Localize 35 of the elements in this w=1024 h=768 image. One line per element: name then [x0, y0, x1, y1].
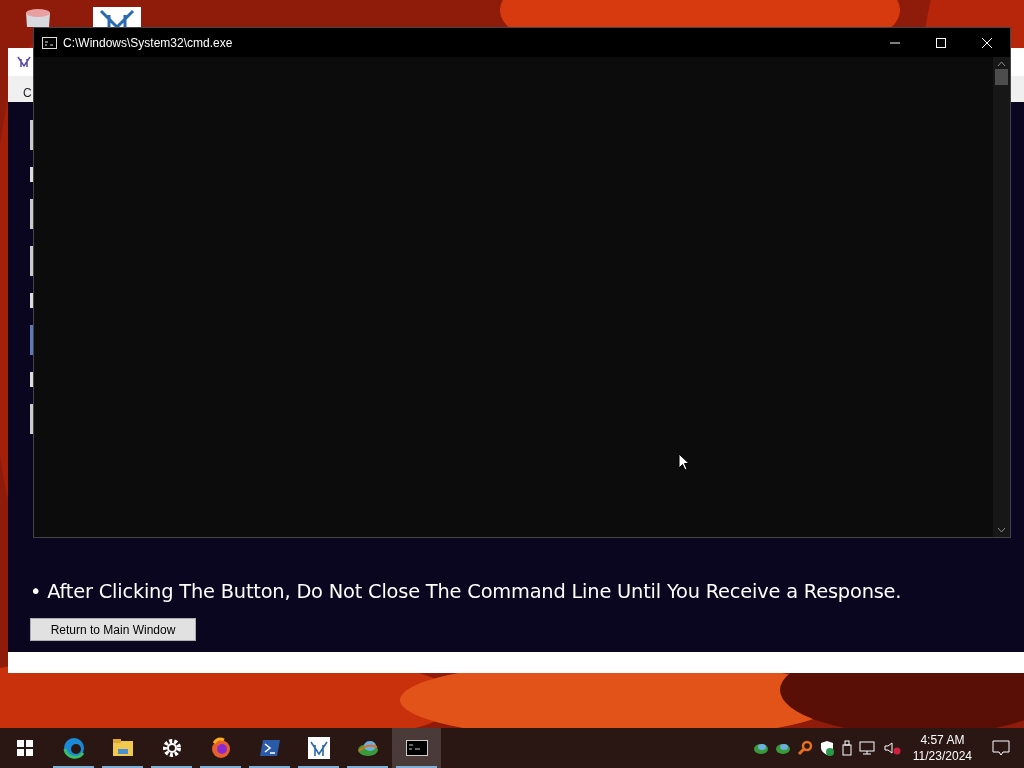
app-icon [307, 737, 330, 759]
console-icon [42, 36, 57, 49]
label-fragment [30, 293, 33, 308]
notice-text: • After Clicking The Button, Do Not Close The Command Line Until You Receive a Response. [30, 579, 903, 605]
network-globe-icon[interactable] [752, 741, 769, 755]
browser-icon [209, 737, 232, 759]
scroll-thumb[interactable] [995, 69, 1008, 85]
network-globe-icon[interactable] [774, 741, 791, 755]
window-title: C:\Windows\System32\cmd.exe [63, 34, 233, 52]
browser-icon [62, 737, 85, 759]
menu-item[interactable]: C [23, 86, 32, 100]
muted-speaker-icon[interactable] [882, 740, 901, 756]
scroll-down-icon[interactable] [997, 527, 1006, 533]
magnifier-icon[interactable] [796, 740, 813, 756]
terminal-icon [258, 737, 281, 759]
usb-drive-icon[interactable] [840, 740, 853, 756]
maximize-icon [936, 37, 946, 48]
clock[interactable]: 4:57 AM 11/23/2024 [906, 731, 978, 765]
console-icon [405, 737, 428, 759]
folder-icon [111, 737, 134, 759]
mouse-pointer-icon [678, 453, 690, 471]
label-fragment [30, 167, 33, 182]
windows-icon [16, 740, 33, 756]
settings-icon [160, 737, 183, 759]
notification-icon[interactable] [992, 740, 1010, 756]
return-button[interactable]: Return to Main Window [30, 618, 196, 642]
app-icon [16, 54, 32, 70]
taskbar-button[interactable] [392, 728, 441, 768]
app-icon[interactable] [93, 7, 141, 27]
scroll-up-icon[interactable] [997, 61, 1006, 67]
close-icon [982, 37, 992, 48]
scrollbar[interactable] [993, 57, 1010, 537]
label-fragment [30, 372, 33, 387]
shield-icon[interactable] [818, 740, 835, 756]
network-icon[interactable] [858, 740, 877, 756]
